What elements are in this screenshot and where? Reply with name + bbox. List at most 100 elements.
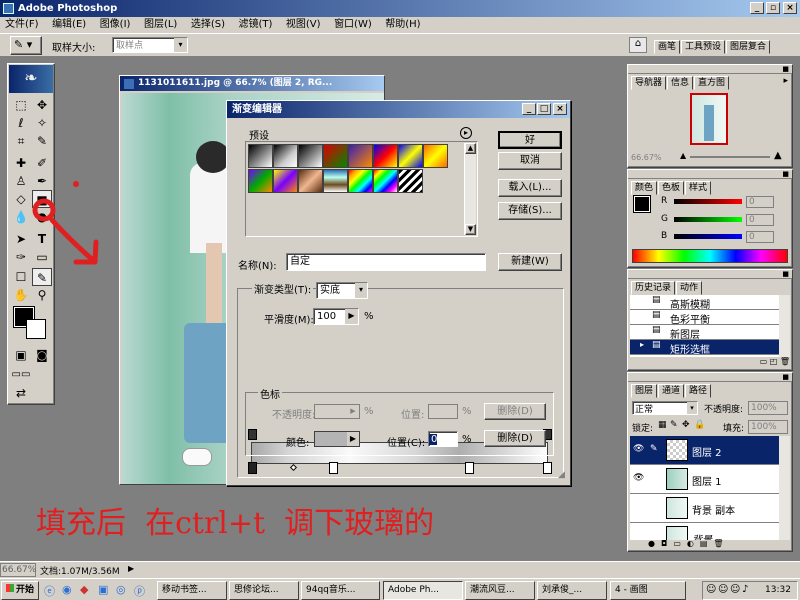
scroll-up-button[interactable]: ▲ (465, 143, 476, 154)
presets-scrollbar[interactable]: ▲ ▼ (464, 143, 476, 235)
smoothness-arrow-icon[interactable]: ▶ (345, 309, 358, 324)
history-item[interactable]: ▤ 新图层 (630, 325, 780, 341)
new-document-icon[interactable]: ▭ (760, 357, 768, 366)
r-slider-track[interactable] (674, 199, 742, 204)
quicklaunch-app2-icon[interactable]: ▣ (98, 583, 108, 596)
quicklaunch-ie-icon[interactable]: ⓔ (44, 583, 55, 599)
ok-button[interactable]: 好 (498, 131, 562, 149)
cancel-button[interactable]: 取消 (498, 152, 562, 170)
g-value-input[interactable]: 0 (746, 214, 774, 226)
taskbar-item[interactable]: 思修论坛... (229, 581, 299, 600)
taskbar-item[interactable]: 潮流风豆... (465, 581, 535, 600)
preset-orange-yellow[interactable] (423, 144, 448, 168)
layers-titlebar[interactable]: ■ (628, 373, 792, 382)
eye-icon[interactable]: 👁 (633, 444, 644, 454)
layer-row[interactable]: 背景 (630, 523, 780, 540)
tab-layers[interactable]: 图层 (631, 384, 658, 398)
fill-input[interactable]: 100% (748, 420, 788, 434)
folder-icon[interactable]: ▭ (673, 539, 687, 548)
tab-histogram[interactable]: 直方图 (694, 76, 730, 90)
close-icon[interactable]: ■ (782, 170, 789, 178)
taskbar-item[interactable]: 94qq音乐... (301, 581, 380, 600)
quicklaunch-app4-icon[interactable]: ⓟ (134, 583, 145, 599)
eye-icon[interactable]: 👁 (633, 473, 644, 483)
preset-transparent-stripes[interactable] (398, 169, 423, 193)
color-stop-2[interactable] (329, 462, 338, 474)
history-item[interactable]: ▤ 色彩平衡 (630, 310, 780, 326)
dialog-close-button[interactable]: × (553, 103, 567, 115)
preset-fg-to-bg[interactable] (248, 144, 273, 168)
tray-qq3-icon[interactable]: ☺ (730, 584, 740, 595)
preset-spectrum[interactable] (348, 169, 373, 193)
document-titlebar[interactable]: 1131011611.jpg @ 66.7% (图层 2, RG... (120, 76, 384, 91)
start-button[interactable]: 开始 (1, 581, 39, 600)
history-titlebar[interactable]: ■ (628, 270, 792, 279)
tab-color[interactable]: 颜色 (631, 181, 658, 195)
panel-menu-icon[interactable]: ▸ (783, 76, 788, 86)
stop-color-swatch[interactable]: ▶ (314, 431, 360, 447)
gradient-editor-titlebar[interactable]: 渐变编辑器 _ □ × (227, 101, 570, 118)
name-input[interactable]: 自定 (286, 253, 486, 271)
new-button[interactable]: 新建(W) (498, 253, 562, 271)
b-value-input[interactable]: 0 (746, 231, 774, 243)
tab-channels[interactable]: 通道 (658, 384, 685, 398)
r-value-input[interactable]: 0 (746, 196, 774, 208)
zoom-in-icon[interactable]: ▲ (774, 150, 782, 161)
new-snapshot-icon[interactable]: ◰ (770, 357, 778, 366)
delete-button[interactable]: 删除(D) (484, 430, 546, 447)
tab-navigator[interactable]: 导航器 (631, 76, 667, 90)
taskbar-item[interactable]: 刘承俊_... (537, 581, 607, 600)
preset-yellow-violet-orange[interactable] (273, 169, 298, 193)
history-scrollbar[interactable] (779, 295, 790, 357)
tab-swatches[interactable]: 色板 (658, 181, 685, 195)
new-layer-icon[interactable]: ▤ (700, 539, 714, 548)
layer-opacity-input[interactable]: 100% (748, 401, 788, 415)
lock-transparency-icon[interactable]: ▦ (658, 420, 667, 430)
lock-all-icon[interactable]: 🔒 (694, 420, 705, 430)
scroll-down-button[interactable]: ▼ (465, 224, 476, 235)
presets-menu-icon[interactable]: ▸ (460, 127, 472, 139)
location-input[interactable]: 0 (428, 431, 458, 447)
preset-copper[interactable] (298, 169, 323, 193)
preset-fg-to-transparent[interactable] (273, 144, 298, 168)
smoothness-input[interactable]: 100 ▶ (313, 308, 359, 325)
status-arrow-icon[interactable]: ▶ (128, 564, 134, 573)
b-slider-track[interactable] (674, 234, 742, 239)
zoom-slider[interactable] (690, 156, 770, 158)
color-stop-3[interactable] (465, 462, 474, 474)
preset-blue-red-yellow[interactable] (373, 144, 398, 168)
quicklaunch-desktop-icon[interactable]: ◉ (62, 583, 72, 596)
color-spectrum-bar[interactable] (632, 249, 788, 263)
layer-style-icon[interactable]: ● (648, 539, 661, 548)
resize-grip-icon[interactable]: ◢ (558, 470, 570, 482)
trash-icon[interactable]: 🗑 (713, 539, 729, 548)
dialog-minimize-button[interactable]: _ (522, 103, 536, 115)
preset-red-green[interactable] (323, 144, 348, 168)
preset-violet-green-orange[interactable] (248, 169, 273, 193)
lock-paint-icon[interactable]: ✎ (670, 420, 678, 430)
preset-violet-orange[interactable] (348, 144, 373, 168)
close-icon[interactable]: ■ (782, 65, 789, 73)
navigator-thumbnail[interactable] (690, 93, 728, 145)
quicklaunch-app1-icon[interactable]: ◆ (80, 583, 88, 596)
color-stop-4[interactable] (543, 462, 552, 474)
dialog-maximize-button[interactable]: □ (537, 103, 551, 115)
tray-qq2-icon[interactable]: ☺ (718, 584, 728, 595)
trash-icon[interactable]: 🗑 (780, 357, 790, 366)
navigator-titlebar[interactable]: ■ (628, 65, 792, 74)
save-button[interactable]: 存储(S)... (498, 202, 562, 220)
preset-black-white[interactable] (298, 144, 323, 168)
quicklaunch-app3-icon[interactable]: ◎ (116, 583, 126, 596)
history-item-selected[interactable]: ▸ ▤ 矩形选框 (630, 340, 780, 356)
taskbar-item-active[interactable]: Adobe Ph... (383, 581, 463, 600)
close-icon[interactable]: ■ (782, 270, 789, 278)
layer-row[interactable]: 背景 副本 (630, 494, 780, 523)
color-titlebar[interactable]: ■ (628, 170, 792, 179)
taskbar-item[interactable]: 4 - 画图 (610, 581, 686, 600)
preset-blue-yellow-blue[interactable] (398, 144, 423, 168)
tab-actions[interactable]: 动作 (676, 281, 703, 295)
adjustment-icon[interactable]: ◐ (687, 539, 700, 548)
tray-qq-icon[interactable]: ☺ (706, 584, 716, 595)
gradient-type-select[interactable]: 实底 ▾ (316, 282, 368, 299)
tab-history[interactable]: 历史记录 (631, 281, 676, 295)
